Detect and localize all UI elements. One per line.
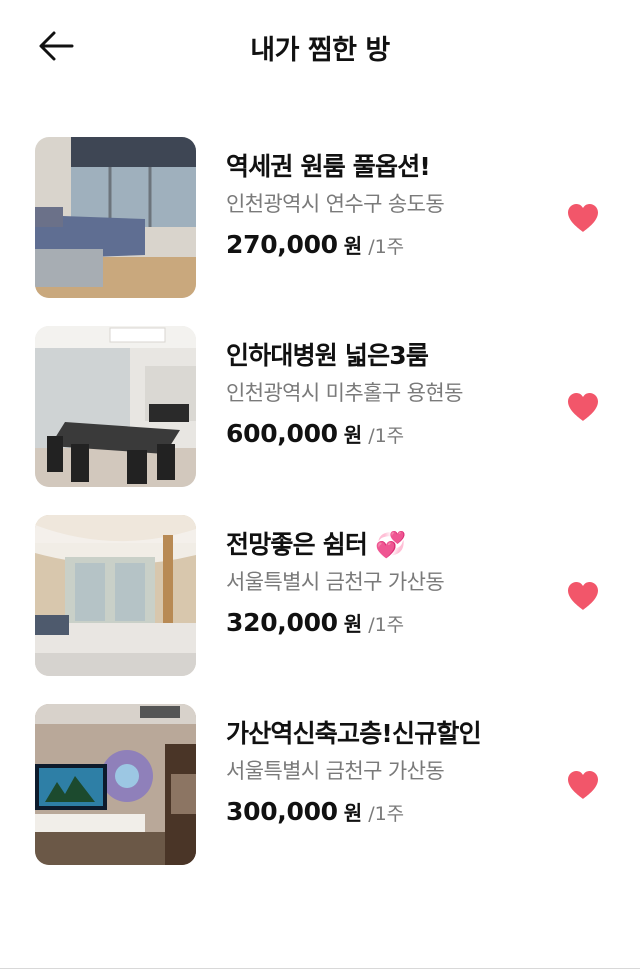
price-row: 600,000 원/1주 xyxy=(226,416,546,452)
bottom-divider xyxy=(0,968,640,969)
like-button[interactable] xyxy=(567,203,599,233)
price-row: 320,000 원/1주 xyxy=(226,605,546,641)
rent-period: /1주 xyxy=(368,425,405,447)
room-info: 역세권 원룸 풀옵션! 인천광역시 연수구 송도동 270,000 원/1주 xyxy=(226,149,546,263)
room-list-item[interactable]: 인하대병원 넓은3룸 인천광역시 미추홀구 용현동 600,000 원/1주 xyxy=(0,326,640,515)
like-button[interactable] xyxy=(567,392,599,422)
room-address: 서울특별시 금천구 가산동 xyxy=(226,570,445,594)
room-thumbnail[interactable] xyxy=(35,704,196,865)
page-title: 내가 찜한 방 xyxy=(250,35,390,66)
heart-icon xyxy=(568,771,598,799)
room-list-item[interactable]: 전망좋은 쉼터 💞 서울특별시 금천구 가산동 320,000 원/1주 xyxy=(0,515,640,704)
room-info: 전망좋은 쉼터 💞 서울특별시 금천구 가산동 320,000 원/1주 xyxy=(226,527,546,641)
room-thumbnail[interactable] xyxy=(35,515,196,676)
currency-label: 원 xyxy=(343,423,363,447)
room-address: 서울특별시 금천구 가산동 xyxy=(226,759,445,783)
header: 내가 찜한 방 xyxy=(0,0,640,96)
room-price: 300,000 xyxy=(226,797,338,826)
rent-period: /1주 xyxy=(368,236,405,258)
rent-period: /1주 xyxy=(368,614,405,636)
rent-period: /1주 xyxy=(368,803,405,825)
room-address: 인천광역시 미추홀구 용현동 xyxy=(226,381,463,405)
like-button[interactable] xyxy=(567,770,599,800)
liked-room-list: 역세권 원룸 풀옵션! 인천광역시 연수구 송도동 270,000 원/1주 인… xyxy=(0,137,640,893)
room-list-item[interactable]: 가산역신축고층!신규할인 서울특별시 금천구 가산동 300,000 원/1주 xyxy=(0,704,640,893)
room-info: 가산역신축고층!신규할인 서울특별시 금천구 가산동 300,000 원/1주 xyxy=(226,716,546,830)
room-thumbnail[interactable] xyxy=(35,326,196,487)
heart-icon xyxy=(568,393,598,421)
heart-icon xyxy=(568,204,598,232)
room-name: 역세권 원룸 풀옵션! xyxy=(226,152,431,181)
room-list-item[interactable]: 역세권 원룸 풀옵션! 인천광역시 연수구 송도동 270,000 원/1주 xyxy=(0,137,640,326)
room-name: 가산역신축고층!신규할인 xyxy=(226,719,482,748)
price-row: 300,000 원/1주 xyxy=(226,794,546,830)
price-row: 270,000 원/1주 xyxy=(226,227,546,263)
room-address: 인천광역시 연수구 송도동 xyxy=(226,192,445,216)
room-name: 전망좋은 쉼터 💞 xyxy=(226,530,406,559)
currency-label: 원 xyxy=(343,612,363,636)
currency-label: 원 xyxy=(343,801,363,825)
currency-label: 원 xyxy=(343,234,363,258)
room-info: 인하대병원 넓은3룸 인천광역시 미추홀구 용현동 600,000 원/1주 xyxy=(226,338,546,452)
room-price: 320,000 xyxy=(226,608,338,637)
heart-icon xyxy=(568,582,598,610)
room-thumbnail[interactable] xyxy=(35,137,196,298)
room-price: 270,000 xyxy=(226,230,338,259)
room-name: 인하대병원 넓은3룸 xyxy=(226,341,429,370)
room-price: 600,000 xyxy=(226,419,338,448)
like-button[interactable] xyxy=(567,581,599,611)
